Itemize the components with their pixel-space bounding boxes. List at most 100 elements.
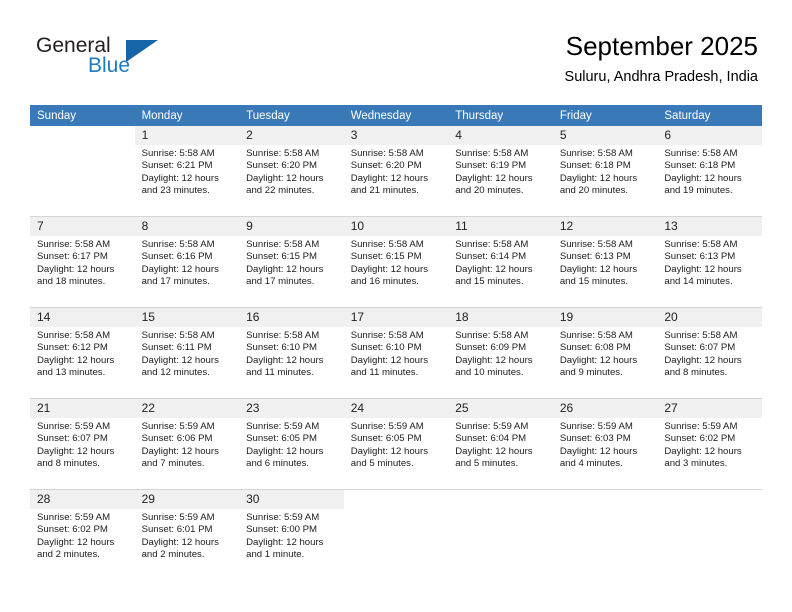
day-number	[30, 126, 135, 145]
day-cell-inner: 27 Sunrise: 5:59 AM Sunset: 6:02 PM Dayligh…	[657, 399, 762, 489]
daylight-text-line1: Daylight: 12 hours	[559, 263, 638, 275]
sunrise-text: Sunrise: 5:58 AM	[141, 148, 215, 159]
sunset-text: Sunset: 6:05 PM	[246, 433, 318, 445]
day-number: 8	[134, 217, 240, 236]
calendar-day-cell[interactable]: 30 Sunrise: 5:59 AM Sunset: 6:00 PM Dayligh…	[239, 489, 344, 580]
calendar-day-cell[interactable]: 17 Sunrise: 5:58 AM Sunset: 6:10 PM Dayligh…	[343, 307, 449, 399]
calendar-empty-cell	[552, 489, 658, 580]
daylight-text-line1: Daylight: 12 hours	[246, 445, 324, 457]
sunrise-text: Sunrise: 5:58 AM	[350, 239, 424, 250]
day-sun-info: Sunrise: 5:58 AM Sunset: 6:12 PM Daylight:…	[30, 327, 135, 380]
day-number	[553, 490, 658, 509]
daylight-text-line1: Daylight: 12 hours	[37, 263, 115, 275]
day-sun-info: Sunrise: 5:58 AM Sunset: 6:10 PM Daylight:…	[239, 327, 344, 380]
sunset-text: Sunset: 6:18 PM	[664, 160, 736, 172]
day-sun-info: Sunrise: 5:59 AM Sunset: 6:05 PM Daylight:…	[344, 418, 449, 471]
calendar-day-cell[interactable]: 16 Sunrise: 5:58 AM Sunset: 6:10 PM Dayligh…	[239, 307, 344, 399]
calendar-day-cell[interactable]: 29 Sunrise: 5:59 AM Sunset: 6:01 PM Dayligh…	[134, 489, 240, 580]
general-blue-logo[interactable]: General Blue	[36, 34, 158, 80]
day-number: 26	[552, 399, 658, 418]
sunset-text: Sunset: 6:00 PM	[246, 524, 318, 536]
day-number: 6	[657, 126, 762, 145]
calendar-day-cell[interactable]: 2 Sunrise: 5:58 AM Sunset: 6:20 PM Daylight…	[239, 126, 344, 217]
day-number: 16	[239, 308, 344, 327]
calendar-day-cell[interactable]: 12 Sunrise: 5:58 AM Sunset: 6:13 PM Dayligh…	[552, 216, 658, 308]
daylight-text-line2: and 13 minutes.	[37, 367, 106, 379]
day-sun-info: Sunrise: 5:58 AM Sunset: 6:18 PM Daylight:…	[553, 145, 658, 198]
calendar-day-cell[interactable]: 7 Sunrise: 5:58 AM Sunset: 6:17 PM Daylight…	[30, 216, 135, 308]
sunrise-text: Sunrise: 5:59 AM	[350, 421, 424, 432]
daylight-text-line1: Daylight: 12 hours	[455, 172, 533, 184]
calendar-day-cell[interactable]: 14 Sunrise: 5:58 AM Sunset: 6:12 PM Dayligh…	[30, 307, 135, 399]
logo-text-blue: Blue	[88, 54, 131, 77]
day-cell-inner: 6 Sunrise: 5:58 AM Sunset: 6:18 PM Daylight…	[657, 126, 762, 216]
calendar-day-cell[interactable]: 5 Sunrise: 5:58 AM Sunset: 6:18 PM Daylight…	[552, 126, 658, 217]
sunset-text: Sunset: 6:18 PM	[559, 160, 631, 172]
day-number: 9	[239, 217, 344, 236]
day-number: 27	[657, 399, 762, 418]
daylight-text-line1: Daylight: 12 hours	[141, 354, 219, 366]
calendar-day-cell[interactable]: 27 Sunrise: 5:59 AM Sunset: 6:02 PM Dayligh…	[657, 398, 762, 490]
day-cell-inner	[553, 490, 658, 580]
calendar-day-cell[interactable]: 6 Sunrise: 5:58 AM Sunset: 6:18 PM Daylight…	[657, 126, 762, 217]
sunset-text: Sunset: 6:10 PM	[246, 342, 318, 354]
day-sun-info: Sunrise: 5:58 AM Sunset: 6:11 PM Daylight:…	[135, 327, 240, 380]
day-cell-inner: 24 Sunrise: 5:59 AM Sunset: 6:05 PM Dayligh…	[343, 399, 449, 489]
day-cell-inner: 17 Sunrise: 5:58 AM Sunset: 6:10 PM Dayligh…	[343, 308, 449, 398]
calendar-body: 1 Sunrise: 5:58 AM Sunset: 6:21 PM Daylight…	[30, 126, 762, 580]
day-number: 20	[657, 308, 762, 327]
sunrise-text: Sunrise: 5:58 AM	[37, 330, 111, 341]
day-number: 14	[30, 308, 135, 327]
daylight-text-line2: and 22 minutes.	[246, 185, 315, 197]
daylight-text-line2: and 11 minutes.	[246, 367, 314, 379]
daylight-text-line2: and 1 minute.	[246, 549, 305, 561]
daylight-text-line1: Daylight: 12 hours	[455, 445, 533, 457]
day-cell-inner: 4 Sunrise: 5:58 AM Sunset: 6:19 PM Daylight…	[448, 126, 553, 216]
calendar-day-cell[interactable]: 3 Sunrise: 5:58 AM Sunset: 6:20 PM Daylight…	[343, 126, 449, 217]
daylight-text-line2: and 19 minutes.	[664, 185, 733, 197]
calendar-day-cell[interactable]: 18 Sunrise: 5:58 AM Sunset: 6:09 PM Dayligh…	[448, 307, 553, 399]
day-sun-info: Sunrise: 5:59 AM Sunset: 6:02 PM Daylight:…	[30, 509, 135, 562]
day-number: 21	[30, 399, 135, 418]
day-number: 13	[657, 217, 762, 236]
calendar-day-cell[interactable]: 1 Sunrise: 5:58 AM Sunset: 6:21 PM Daylight…	[134, 126, 240, 217]
day-number: 22	[134, 399, 240, 418]
calendar-day-cell[interactable]: 10 Sunrise: 5:58 AM Sunset: 6:15 PM Dayligh…	[343, 216, 449, 308]
calendar-day-cell[interactable]: 24 Sunrise: 5:59 AM Sunset: 6:05 PM Dayligh…	[343, 398, 449, 490]
daylight-text-line2: and 14 minutes.	[664, 276, 733, 288]
calendar-day-cell[interactable]: 23 Sunrise: 5:59 AM Sunset: 6:05 PM Dayligh…	[239, 398, 344, 490]
calendar-day-cell[interactable]: 25 Sunrise: 5:59 AM Sunset: 6:04 PM Dayligh…	[448, 398, 553, 490]
daylight-text-line2: and 9 minutes.	[559, 367, 623, 379]
calendar-day-cell[interactable]: 15 Sunrise: 5:58 AM Sunset: 6:11 PM Dayligh…	[134, 307, 240, 399]
calendar-day-cell[interactable]: 9 Sunrise: 5:58 AM Sunset: 6:15 PM Daylight…	[239, 216, 344, 308]
calendar-day-cell[interactable]: 8 Sunrise: 5:58 AM Sunset: 6:16 PM Daylight…	[134, 216, 240, 308]
sunset-text: Sunset: 6:13 PM	[559, 251, 631, 263]
calendar-day-cell[interactable]: 21 Sunrise: 5:59 AM Sunset: 6:07 PM Dayligh…	[30, 398, 135, 490]
day-sun-info: Sunrise: 5:58 AM Sunset: 6:10 PM Daylight:…	[344, 327, 449, 380]
calendar-day-cell[interactable]: 19 Sunrise: 5:58 AM Sunset: 6:08 PM Dayligh…	[552, 307, 658, 399]
day-sun-info: Sunrise: 5:59 AM Sunset: 6:07 PM Daylight:…	[30, 418, 135, 471]
calendar-day-cell[interactable]: 11 Sunrise: 5:58 AM Sunset: 6:14 PM Dayligh…	[448, 216, 553, 308]
day-number	[344, 490, 449, 509]
day-cell-inner: 5 Sunrise: 5:58 AM Sunset: 6:18 PM Daylight…	[552, 126, 658, 216]
calendar-day-cell[interactable]: 20 Sunrise: 5:58 AM Sunset: 6:07 PM Dayligh…	[657, 307, 762, 399]
daylight-text-line2: and 7 minutes.	[141, 458, 205, 470]
day-cell-inner: 29 Sunrise: 5:59 AM Sunset: 6:01 PM Dayligh…	[134, 490, 240, 580]
day-cell-inner: 20 Sunrise: 5:58 AM Sunset: 6:07 PM Dayligh…	[657, 308, 762, 398]
calendar-day-cell[interactable]: 22 Sunrise: 5:59 AM Sunset: 6:06 PM Dayligh…	[134, 398, 240, 490]
day-sun-info: Sunrise: 5:58 AM Sunset: 6:07 PM Daylight:…	[657, 327, 762, 380]
weekday-header-tuesday: Tuesday	[239, 105, 344, 126]
day-sun-info: Sunrise: 5:59 AM Sunset: 6:04 PM Daylight:…	[448, 418, 553, 471]
daylight-text-line2: and 15 minutes.	[455, 276, 524, 288]
daylight-text-line2: and 17 minutes.	[246, 276, 315, 288]
daylight-text-line1: Daylight: 12 hours	[350, 354, 429, 366]
day-cell-inner	[344, 490, 449, 580]
day-sun-info: Sunrise: 5:59 AM Sunset: 6:00 PM Daylight:…	[239, 509, 344, 562]
calendar-day-cell[interactable]: 28 Sunrise: 5:59 AM Sunset: 6:02 PM Dayligh…	[30, 489, 135, 580]
calendar-day-cell[interactable]: 13 Sunrise: 5:58 AM Sunset: 6:13 PM Dayligh…	[657, 216, 762, 308]
daylight-text-line2: and 21 minutes.	[350, 185, 419, 197]
daylight-text-line2: and 8 minutes.	[37, 458, 100, 470]
daylight-text-line1: Daylight: 12 hours	[141, 263, 219, 275]
calendar-day-cell[interactable]: 26 Sunrise: 5:59 AM Sunset: 6:03 PM Dayligh…	[552, 398, 658, 490]
calendar-day-cell[interactable]: 4 Sunrise: 5:58 AM Sunset: 6:19 PM Daylight…	[448, 126, 553, 217]
